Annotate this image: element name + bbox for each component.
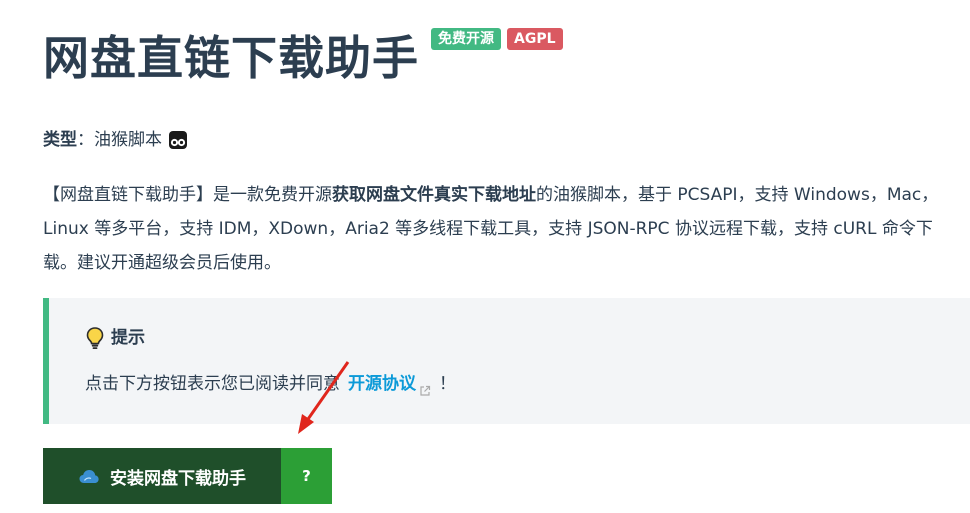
badge-open-source: 免费开源 xyxy=(431,28,501,50)
cloud-icon xyxy=(78,468,100,484)
install-button[interactable]: 安装网盘下载助手 xyxy=(43,448,281,504)
annotation-arrow xyxy=(298,361,350,434)
description-highlight: 获取网盘文件真实下载地址 xyxy=(332,185,536,205)
tip-text-after: ！ xyxy=(439,374,456,394)
description-text: 【网盘直链下载助手】是一款免费开源 xyxy=(43,185,332,205)
badge-license: AGPL xyxy=(507,28,563,50)
install-button-group: 安装网盘下载助手 ? xyxy=(43,448,332,504)
tip-text: 点击下方按钮表示您已阅读并同意 开源协议 ！ xyxy=(85,370,456,398)
type-label: 类型 xyxy=(43,130,77,150)
badges: 免费开源 AGPL xyxy=(431,28,569,50)
type-separator: ： xyxy=(77,130,94,150)
title-row: 网盘直链下载助手 免费开源 AGPL xyxy=(43,26,569,90)
type-line: 类型：油猴脚本 xyxy=(43,126,188,154)
external-link-icon xyxy=(419,378,431,396)
tip-title-text: 提示 xyxy=(111,328,145,348)
type-value: 油猴脚本 xyxy=(94,130,162,150)
tip-title: 提示 xyxy=(85,324,145,352)
lightbulb-icon xyxy=(85,326,105,350)
page-title: 网盘直链下载助手 xyxy=(43,31,419,85)
tampermonkey-icon xyxy=(168,130,188,150)
description: 【网盘直链下载助手】是一款免费开源获取网盘文件真实下载地址的油猴脚本，基于 PC… xyxy=(43,178,963,280)
help-button[interactable]: ? xyxy=(281,448,332,504)
tip-box: 提示 点击下方按钮表示您已阅读并同意 开源协议 ！ xyxy=(43,298,970,424)
install-button-label: 安装网盘下载助手 xyxy=(110,468,246,489)
page-content: 网盘直链下载助手 免费开源 AGPL 类型：油猴脚本 【网盘直链下载助手】是一款… xyxy=(43,0,970,513)
